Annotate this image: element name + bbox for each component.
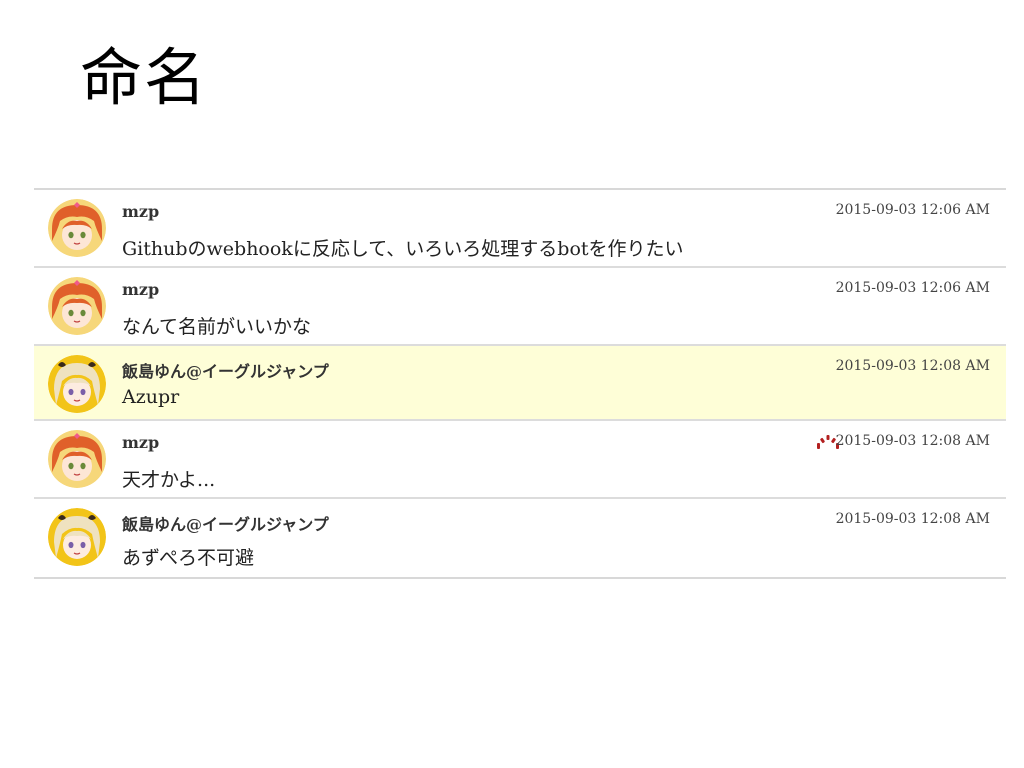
message-timestamp[interactable]: 2015-09-03 12:06 AM [836, 280, 990, 296]
message-username[interactable]: mzp [122, 202, 159, 221]
message-timestamp[interactable]: 2015-09-03 12:08 AM [836, 358, 990, 374]
message-text: 天才かよ... [122, 469, 216, 491]
chat-message[interactable]: mzp 2015-09-03 12:06 AM なんて名前がいいかな [34, 268, 1006, 346]
message-text: あずぺろ不可避 [122, 547, 255, 569]
chat-message-highlighted[interactable]: 飯島ゆん@イーグルジャンプ 2015-09-03 12:08 AM Azupr [34, 346, 1006, 421]
message-timestamp[interactable]: 2015-09-03 12:08 AM [836, 511, 990, 527]
chat-message[interactable]: 飯島ゆん@イーグルジャンプ 2015-09-03 12:08 AM あずぺろ不可… [34, 499, 1006, 577]
message-text: なんて名前がいいかな [122, 316, 312, 338]
orange-hair-avatar-icon[interactable] [48, 430, 106, 488]
blonde-hair-avatar-icon[interactable] [48, 508, 106, 566]
message-username[interactable]: mzp [122, 433, 159, 452]
message-text: Githubのwebhookに反応して、いろいろ処理するbotを作りたい [122, 238, 684, 260]
message-text: Azupr [122, 386, 180, 408]
message-username[interactable]: 飯島ゆん@イーグルジャンプ [122, 511, 329, 535]
chat-message[interactable]: mzp 2015-09-03 12:08 AM 天才かよ... [34, 421, 1006, 499]
blonde-hair-avatar-icon[interactable] [48, 355, 106, 413]
orange-hair-avatar-icon[interactable] [48, 199, 106, 257]
chat-message-list: mzp 2015-09-03 12:06 AM Githubのwebhookに反… [34, 188, 1006, 579]
orange-hair-avatar-icon[interactable] [48, 277, 106, 335]
message-timestamp[interactable]: 2015-09-03 12:08 AM [836, 433, 990, 449]
message-username[interactable]: 飯島ゆん@イーグルジャンプ [122, 358, 329, 382]
message-timestamp[interactable]: 2015-09-03 12:06 AM [836, 202, 990, 218]
slide-title: 命名 [80, 41, 209, 114]
chat-message[interactable]: mzp 2015-09-03 12:06 AM Githubのwebhookに反… [34, 190, 1006, 268]
message-username[interactable]: mzp [122, 280, 159, 299]
